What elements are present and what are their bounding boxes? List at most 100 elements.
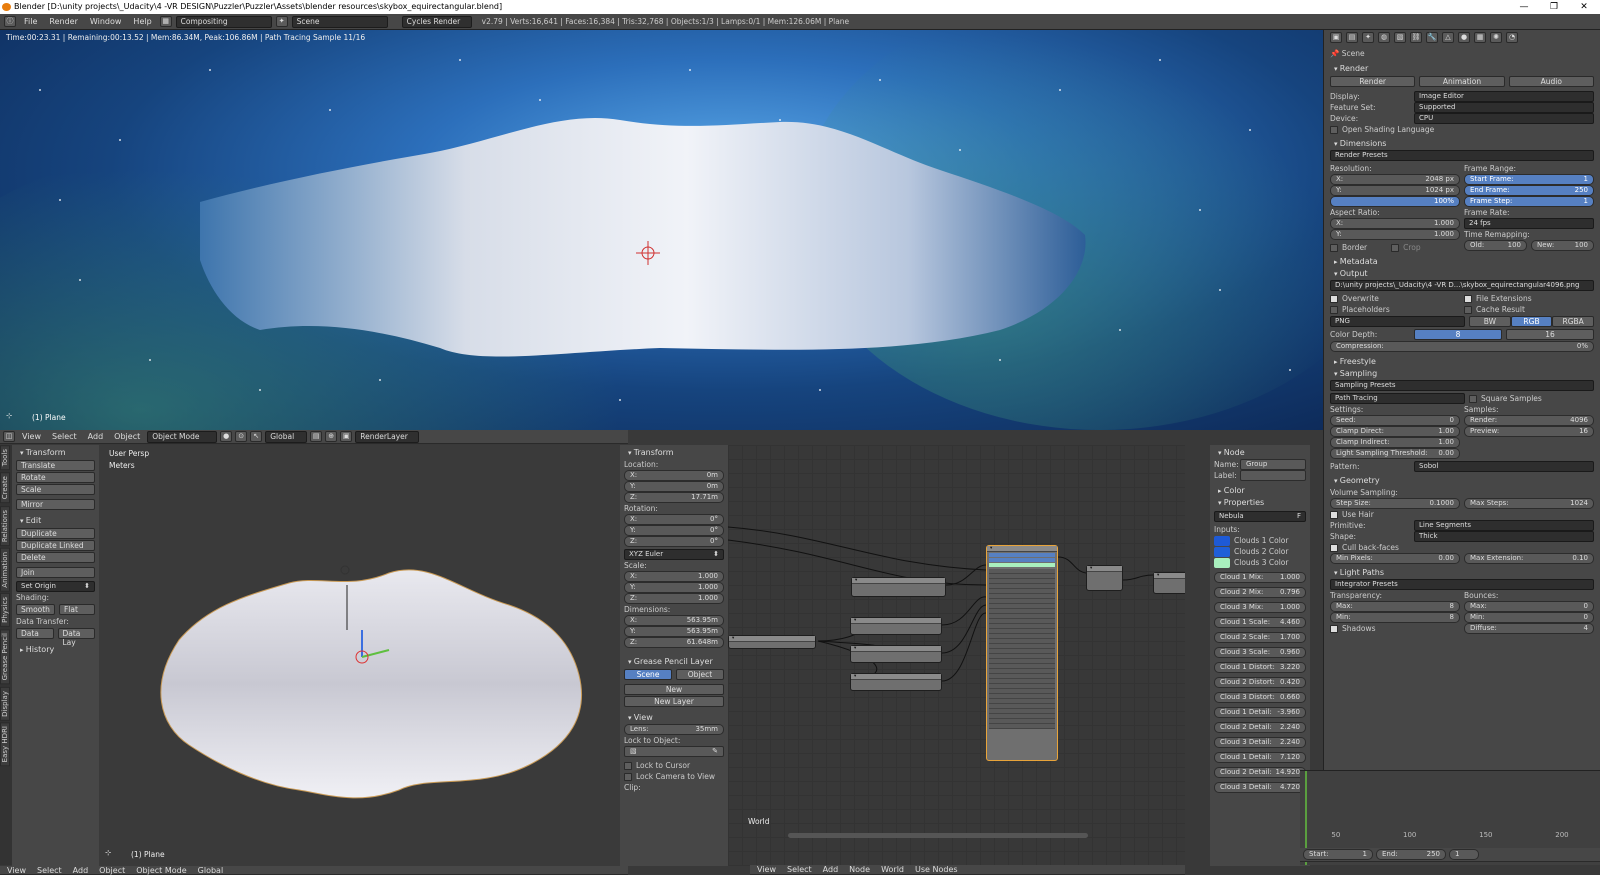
current-frame-field[interactable]: 1: [1449, 849, 1479, 860]
rotate-button[interactable]: Rotate: [16, 472, 95, 483]
grease-new-button[interactable]: New: [624, 684, 724, 695]
frame-rate-dropdown[interactable]: 24 fps: [1464, 218, 1594, 229]
layers-tab-icon[interactable]: ▤: [1346, 31, 1358, 43]
rotation-x-field[interactable]: X: 0°: [624, 514, 724, 525]
scale-x-field[interactable]: X: 1.000: [624, 571, 724, 582]
dimensions-section[interactable]: Dimensions: [1330, 138, 1594, 150]
old-field[interactable]: Old: 100: [1464, 240, 1527, 251]
light-paths-section[interactable]: Light Paths: [1330, 567, 1594, 579]
lens-field[interactable]: Lens: 35mm: [624, 724, 724, 735]
rgba-button[interactable]: RGBA: [1552, 316, 1595, 327]
res-x-field[interactable]: X: 2048 px: [1330, 174, 1460, 185]
transparency-min-field[interactable]: Min: 8: [1330, 612, 1460, 623]
bottom-menu-add[interactable]: Add: [69, 866, 93, 875]
mode-select[interactable]: Object Mode: [147, 430, 218, 443]
cache-result-checkbox[interactable]: Cache Result: [1464, 304, 1594, 315]
node-editor[interactable]: ▾ ▾ ▾ ▾ ▾ ▾ ▾ ▾ World: [728, 445, 1185, 866]
menu-add[interactable]: Add: [84, 432, 108, 441]
layers-icon[interactable]: ▤: [310, 431, 323, 442]
node-editor-scrollbar[interactable]: [788, 833, 1088, 838]
shading-icon[interactable]: ●: [220, 431, 233, 442]
timeline[interactable]: 50 100 150 200 Start: 1 End: 250 1: [1300, 770, 1600, 865]
texture-tab-icon[interactable]: ▦: [1474, 31, 1486, 43]
start-frame-field[interactable]: Start Frame: 1: [1464, 174, 1594, 185]
bounces-max-field[interactable]: Max: 0: [1464, 601, 1594, 612]
edit-section[interactable]: Edit: [16, 515, 95, 527]
layout-select[interactable]: Compositing: [175, 15, 272, 28]
bottom-orientation-select[interactable]: Global: [194, 866, 228, 875]
file-extensions-checkbox[interactable]: File Extensions: [1464, 293, 1594, 304]
crop-checkbox[interactable]: Crop: [1391, 242, 1421, 253]
dimensions-x-field[interactable]: X: 563.95m: [624, 615, 724, 626]
bottom-menu-object[interactable]: Object: [95, 866, 129, 875]
end-frame-field[interactable]: End Frame: 250: [1464, 185, 1594, 196]
node-input-field[interactable]: Cloud 1 Distort: 3.220: [1214, 662, 1306, 673]
render-tab-icon[interactable]: ▣: [1330, 31, 1342, 43]
grease-scene-tab[interactable]: Scene: [624, 669, 672, 680]
rotation-mode-dropdown[interactable]: XYZ Euler ⬍: [624, 549, 724, 560]
world-output-node[interactable]: ▾: [1153, 572, 1185, 594]
aspect-x-field[interactable]: X: 1.000: [1330, 218, 1460, 229]
orientation-select[interactable]: Global: [265, 430, 308, 443]
editor-type-icon[interactable]: ⓘ: [4, 16, 16, 27]
bounces-min-field[interactable]: Min: 0: [1464, 612, 1594, 623]
mirror-button[interactable]: Mirror: [16, 499, 95, 510]
res-y-field[interactable]: Y: 1024 px: [1330, 185, 1460, 196]
depth-16-button[interactable]: 16: [1506, 329, 1594, 340]
view3d-icon[interactable]: ◫: [3, 431, 15, 442]
integrator-presets-dropdown[interactable]: Integrator Presets: [1330, 579, 1594, 590]
light-threshold-field[interactable]: Light Sampling Threshold: 0.00: [1330, 448, 1460, 459]
clouds1-color-swatch[interactable]: [1214, 535, 1230, 546]
node-input-field[interactable]: Cloud 2 Distort: 0.420: [1214, 677, 1306, 688]
cloud-mapping-node[interactable]: ▾: [728, 635, 816, 649]
overwrite-checkbox[interactable]: Overwrite: [1330, 293, 1460, 304]
node-input-field[interactable]: Cloud 3 Scale: 0.960: [1214, 647, 1306, 658]
max-extension-field[interactable]: Max Extension: 0.10: [1464, 553, 1594, 564]
scene-select[interactable]: Scene: [291, 15, 388, 28]
metadata-section[interactable]: Metadata: [1330, 256, 1594, 268]
preview-samples-field[interactable]: Preview: 16: [1464, 426, 1594, 437]
tab-easy-hdri[interactable]: Easy HDRI: [0, 722, 10, 767]
duplicate-linked-button[interactable]: Duplicate Linked: [16, 540, 95, 551]
node-input-field[interactable]: Cloud 3 Distort: 0.660: [1214, 692, 1306, 703]
menu-select[interactable]: Select: [48, 432, 81, 441]
render-section[interactable]: Render: [1330, 63, 1594, 75]
lock-camera-checkbox[interactable]: Lock Camera to View: [624, 771, 724, 782]
render-samples-field[interactable]: Render: 4096: [1464, 415, 1594, 426]
node-section[interactable]: Node: [1214, 447, 1306, 459]
node-menu-select[interactable]: Select: [783, 865, 816, 874]
camera-icon[interactable]: ▣: [340, 431, 353, 442]
transform-section[interactable]: Transform: [16, 447, 95, 459]
use-nodes-checkbox[interactable]: Use Nodes: [911, 865, 962, 874]
render-layer-select[interactable]: RenderLayer: [355, 430, 420, 443]
dimensions-y-field[interactable]: Y: 563.95m: [624, 626, 724, 637]
maximize-button[interactable]: ❐: [1539, 0, 1569, 14]
view-section[interactable]: View: [624, 712, 724, 724]
file-format-dropdown[interactable]: PNG: [1330, 316, 1465, 327]
material-tab-icon[interactable]: ●: [1458, 31, 1470, 43]
physics-tab-icon[interactable]: ◔: [1506, 31, 1518, 43]
set-origin-dropdown[interactable]: Set Origin ⬍: [16, 581, 95, 592]
scale-button[interactable]: Scale: [16, 484, 95, 495]
data-tab-icon[interactable]: △: [1442, 31, 1454, 43]
node-menu-node[interactable]: Node: [845, 865, 874, 874]
seed-field[interactable]: Seed: 0: [1330, 415, 1460, 426]
aspect-y-field[interactable]: Y: 1.000: [1330, 229, 1460, 240]
primitive-dropdown[interactable]: Line Segments: [1414, 520, 1594, 531]
node-menu-view[interactable]: View: [753, 865, 780, 874]
constraints-tab-icon[interactable]: ⛓: [1410, 31, 1422, 43]
duplicate-button[interactable]: Duplicate: [16, 528, 95, 539]
node-input-field[interactable]: Cloud 3 Mix: 1.000: [1214, 602, 1306, 613]
res-percentage-field[interactable]: 100%: [1330, 196, 1460, 207]
device-dropdown[interactable]: CPU: [1414, 113, 1594, 124]
node-input-field[interactable]: Cloud 2 Scale: 1.700: [1214, 632, 1306, 643]
tab-create[interactable]: Create: [0, 472, 10, 504]
lock-cursor-checkbox[interactable]: Lock to Cursor: [624, 760, 724, 771]
osl-checkbox[interactable]: Open Shading Language: [1330, 124, 1594, 135]
manipulator-icon[interactable]: ↖: [250, 431, 263, 442]
color-section[interactable]: Color: [1214, 485, 1306, 497]
clouds3-color-swatch[interactable]: [1214, 557, 1230, 568]
nebula-group-node[interactable]: ▾: [986, 545, 1058, 761]
tab-tools[interactable]: Tools: [0, 445, 10, 471]
scene-icon[interactable]: ✦: [275, 16, 288, 27]
